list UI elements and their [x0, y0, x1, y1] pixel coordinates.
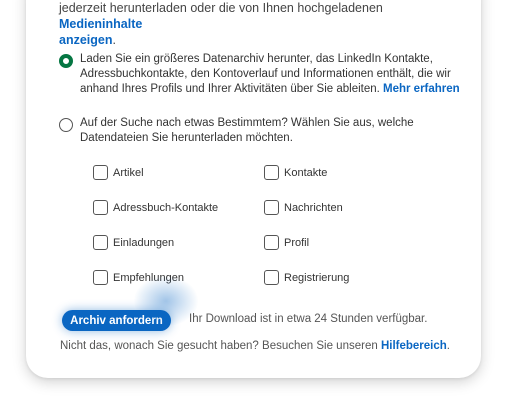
request-archive-button[interactable]: Archiv anfordern	[62, 310, 171, 331]
intro-text: jederzeit herunterladen oder die von Ihn…	[59, 1, 383, 47]
checkbox-messages[interactable]: Nachrichten	[264, 199, 423, 216]
radio-full-archive[interactable]	[59, 54, 73, 68]
option-full-archive-label: Laden Sie ein größeres Datenarchiv herun…	[80, 53, 460, 95]
checkbox-address-book[interactable]: Adressbuch-Kontakte	[93, 199, 264, 216]
option-custom-selection-label: Auf der Suche nach etwas Bestimmtem? Wäh…	[80, 117, 414, 144]
checkbox-box[interactable]	[93, 165, 108, 180]
learn-more-link[interactable]: Mehr erfahren	[383, 83, 460, 95]
option-full-archive[interactable]: Laden Sie ein größeres Datenarchiv herun…	[59, 52, 469, 97]
media-link[interactable]: Medieninhalte anzeigen	[59, 17, 142, 47]
checkbox-box[interactable]	[93, 200, 108, 215]
option-custom-selection[interactable]: Auf der Suche nach etwas Bestimmtem? Wäh…	[59, 116, 469, 146]
help-center-link[interactable]: Hilfebereich	[381, 340, 447, 352]
checkbox-box[interactable]	[264, 235, 279, 250]
checkbox-invitations[interactable]: Einladungen	[93, 234, 264, 251]
checkbox-profile[interactable]: Profil	[264, 234, 423, 251]
checkbox-box[interactable]	[264, 165, 279, 180]
checkbox-box[interactable]	[93, 235, 108, 250]
data-file-checkboxes: Artikel Kontakte Adressbuch-Kontakte Nac…	[93, 164, 423, 286]
checkbox-box[interactable]	[93, 270, 108, 285]
download-availability-note: Ihr Download ist in etwa 24 Stunden verf…	[189, 313, 428, 325]
data-download-card: jederzeit herunterladen oder die von Ihn…	[26, 0, 481, 378]
help-text: Nicht das, wonach Sie gesucht haben? Bes…	[60, 340, 450, 352]
checkbox-registration[interactable]: Registrierung	[264, 269, 423, 286]
checkbox-box[interactable]	[264, 270, 279, 285]
checkbox-recommendations[interactable]: Empfehlungen	[93, 269, 264, 286]
checkbox-box[interactable]	[264, 200, 279, 215]
radio-custom-selection[interactable]	[59, 118, 73, 132]
checkbox-articles[interactable]: Artikel	[93, 164, 264, 181]
checkbox-connections[interactable]: Kontakte	[264, 164, 423, 181]
